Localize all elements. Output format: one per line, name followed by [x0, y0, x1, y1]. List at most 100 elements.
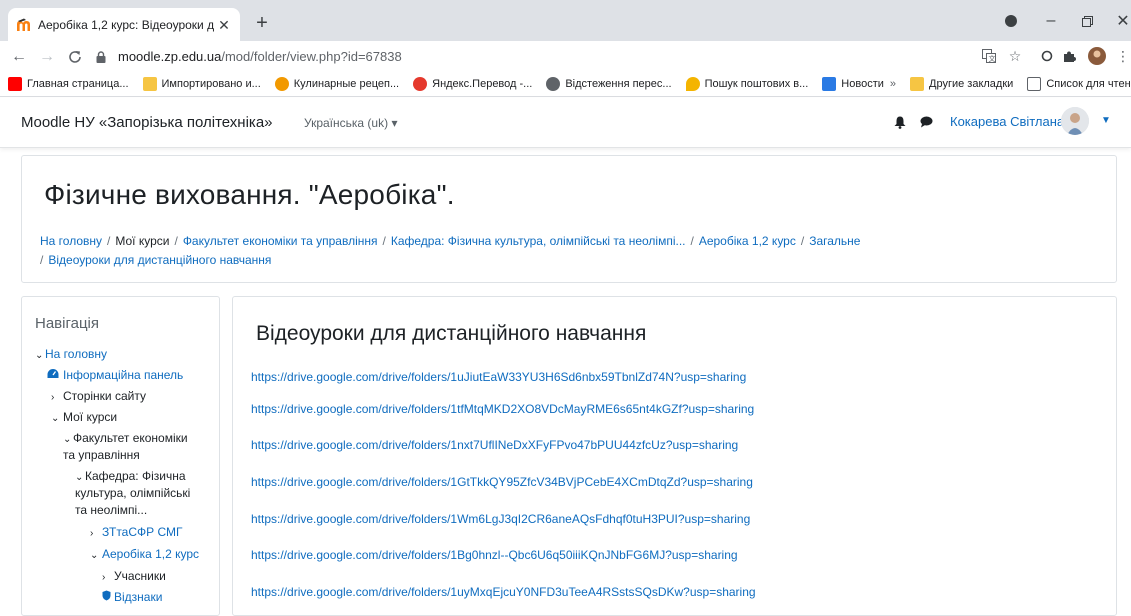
breadcrumb-item[interactable]: Кафедра: Фізична культура, олімпійські т… [391, 234, 686, 248]
breadcrumb-item[interactable]: Аеробіка 1,2 курс [699, 234, 796, 248]
bookmark-item[interactable]: Импортировано и... [142, 77, 261, 91]
browser-menu-icon[interactable]: ⋮ [1112, 45, 1131, 67]
yandex-translate-icon [413, 77, 428, 91]
breadcrumb-item[interactable]: Загальне [809, 234, 860, 248]
folder-link[interactable]: https://drive.google.com/drive/folders/1… [251, 512, 750, 526]
course-title: Фізичне виховання. "Аеробіка". [44, 179, 455, 210]
nav-label: ЗТтаСФР СМГ [102, 525, 183, 539]
youtube-icon [8, 77, 22, 91]
url-path: /mod/folder/view.php?id=67838 [221, 49, 402, 64]
nav-label: Інформаційна панель [63, 368, 184, 382]
nav-course-aerobics[interactable]: ⌄ Аеробіка 1,2 курс [90, 546, 199, 564]
nav-label: Сторінки сайту [63, 389, 146, 403]
folder-title: Відеоуроки для дистанційного навчання [256, 322, 647, 345]
bookmark-item[interactable]: Кулинарные рецеп... [274, 77, 400, 91]
tab-close-icon[interactable]: ✕ [216, 17, 232, 33]
bookmark-item[interactable]: Новости [822, 77, 884, 91]
bookmark-label: Яндекс.Перевод -... [432, 78, 533, 90]
chevron-down-icon: ⌄ [51, 413, 60, 424]
profile-avatar-icon[interactable] [1086, 45, 1108, 67]
user-avatar[interactable] [1061, 107, 1089, 135]
nav-participants[interactable]: › Учасники [102, 568, 166, 586]
bookmark-item[interactable]: Главная страница... [8, 77, 129, 91]
language-label: Українська (uk) [304, 116, 389, 130]
reading-list-label: Список для чтения [1046, 78, 1131, 90]
breadcrumb-item[interactable]: На головну [40, 234, 102, 248]
restore-icon[interactable] [1076, 10, 1098, 32]
nav-my-courses[interactable]: ⌄ Мої курси [51, 409, 117, 427]
nav-label: Кафедра: Фізична [85, 469, 186, 483]
recipes-icon [274, 77, 289, 91]
svg-text:文: 文 [989, 54, 996, 63]
browser-tab[interactable]: Аеробіка 1,2 курс: Відеоуроки д ✕ [8, 8, 240, 41]
reload-icon[interactable] [64, 46, 86, 68]
bookmark-item[interactable]: Яндекс.Перевод -... [413, 77, 532, 91]
user-menu-caret-icon[interactable]: ▼ [1101, 115, 1111, 126]
nav-department-cont[interactable]: культура, олімпійські [75, 485, 190, 502]
bookmark-label: Новости [841, 78, 884, 90]
bookmark-label: Кулинарные рецеп... [293, 78, 400, 90]
folder-link[interactable]: https://drive.google.com/drive/folders/1… [251, 548, 738, 562]
lock-icon [96, 50, 112, 63]
nav-home[interactable]: ⌄ На головну [35, 346, 107, 364]
tracking-icon [546, 77, 561, 91]
other-bookmarks[interactable]: Другие закладки [910, 77, 1013, 91]
folder-link[interactable]: https://drive.google.com/drive/folders/1… [251, 370, 746, 384]
back-arrow-icon[interactable]: ← [8, 46, 30, 68]
extensions-puzzle-icon[interactable] [1058, 45, 1080, 67]
breadcrumb-item[interactable]: Мої курси [115, 234, 169, 248]
navigation-block: Навігація ⌄ На головну Інформаційна панел… [21, 296, 220, 616]
forward-arrow-icon[interactable]: → [36, 46, 58, 68]
browser-toolbar: ← → moodle.zp.edu.ua/mod/folder/view.php… [0, 41, 1131, 72]
page-header: Фізичне виховання. "Аеробіка". На головн… [21, 155, 1117, 283]
nav-site-pages[interactable]: › Сторінки сайту [51, 388, 146, 406]
chevron-down-icon: ⌄ [75, 472, 84, 483]
moodle-favicon-icon [16, 17, 32, 33]
chevron-down-icon: ⌄ [63, 434, 72, 445]
nav-department[interactable]: ⌄ Кафедра: Фізична [75, 468, 186, 486]
extension-circle-icon[interactable] [1036, 45, 1058, 67]
user-name[interactable]: Кокарева Світлана [950, 114, 1064, 129]
bookmark-star-icon[interactable]: ☆ [1004, 45, 1026, 67]
bookmark-label: Пошук поштових в... [704, 78, 809, 90]
nav-faculty[interactable]: ⌄ Факультет економіки [63, 430, 188, 448]
nav-label: На головну [45, 347, 108, 361]
nav-course-ztsfr[interactable]: › ЗТтаСФР СМГ [90, 524, 183, 542]
new-tab-icon[interactable]: + [250, 12, 274, 36]
nav-department-cont[interactable]: та неолімпі... [75, 502, 147, 519]
bookmark-item[interactable]: Відстеження перес... [546, 77, 672, 91]
bookmark-label: Главная страница... [27, 78, 129, 90]
close-window-icon[interactable]: ✕ [1112, 10, 1131, 32]
folder-link[interactable]: https://drive.google.com/drive/folders/1… [251, 475, 753, 489]
folder-link[interactable]: https://drive.google.com/drive/folders/1… [251, 402, 754, 416]
bell-icon[interactable] [892, 113, 908, 131]
folder-link[interactable]: https://drive.google.com/drive/folders/1… [251, 585, 756, 599]
url-host: moodle.zp.edu.ua [118, 49, 222, 64]
profile-indicator-icon[interactable] [1000, 10, 1022, 32]
main-content: Відеоуроки для дистанційного навчання ht… [232, 296, 1117, 616]
other-bookmarks-label: Другие закладки [929, 78, 1014, 90]
tab-title: Аеробіка 1,2 курс: Відеоуроки д [38, 17, 215, 32]
bookmarks-overflow-button[interactable]: » [890, 78, 896, 90]
nav-badges[interactable]: Відзнаки [102, 589, 162, 606]
nav-label: Мої курси [63, 410, 118, 424]
translate-icon[interactable]: 文 [978, 45, 1000, 67]
caret-down-icon: ▾ [391, 116, 398, 130]
moodle-navbar: Moodle НУ «Запорізька політехніка» Украї… [0, 98, 1131, 148]
breadcrumb-item[interactable]: Відеоуроки для дистанційного навчання [48, 253, 271, 267]
nav-faculty-cont[interactable]: та управління [63, 447, 140, 464]
nav-dashboard[interactable]: Інформаційна панель [47, 367, 183, 384]
folder-icon [142, 77, 157, 91]
bookmark-item[interactable]: Пошук поштових в... [685, 77, 809, 91]
breadcrumb-item[interactable]: Факультет економіки та управління [183, 234, 378, 248]
reading-list[interactable]: Список для чтения [1027, 77, 1131, 91]
site-brand[interactable]: Moodle НУ «Запорізька політехніка» [21, 114, 273, 131]
address-bar[interactable]: moodle.zp.edu.ua/mod/folder/view.php?id=… [96, 44, 966, 69]
reading-list-icon [1027, 77, 1042, 91]
folder-link[interactable]: https://drive.google.com/drive/folders/1… [251, 438, 738, 452]
language-menu[interactable]: Українська (uk) ▾ [304, 116, 397, 130]
chevron-right-icon: › [90, 528, 94, 539]
minimize-icon[interactable]: – [1040, 10, 1062, 32]
nav-label: Відзнаки [114, 590, 163, 604]
messages-icon[interactable] [918, 113, 934, 131]
